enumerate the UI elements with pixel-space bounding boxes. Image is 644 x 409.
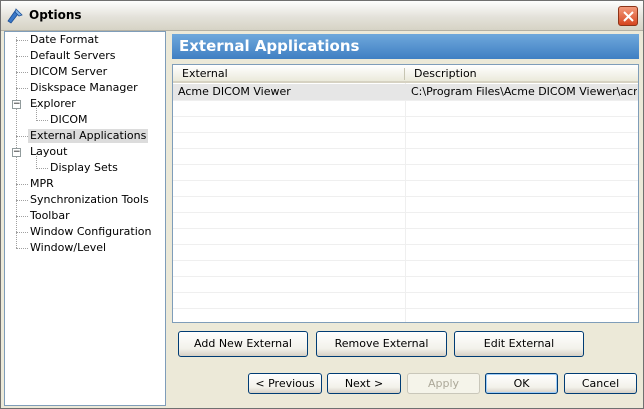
next-button[interactable]: Next > — [327, 373, 401, 394]
grid-line — [173, 228, 638, 229]
tree-item-synchronization-tools[interactable]: Synchronization Tools — [28, 193, 151, 207]
tree-item-dicom[interactable]: DICOM — [48, 113, 90, 127]
tree-connector — [16, 72, 28, 73]
column-header-description[interactable]: Description — [405, 65, 638, 83]
grid-line — [173, 164, 638, 165]
tree-connector — [16, 136, 28, 137]
tree-item-mpr[interactable]: MPR — [28, 177, 56, 191]
tree-connector — [16, 200, 28, 201]
tree-connector — [36, 120, 48, 121]
tree-connector — [16, 232, 28, 233]
options-tree[interactable]: − − Date Format Default Servers DICOM Se… — [4, 31, 166, 406]
tree-item-dicom-server[interactable]: DICOM Server — [28, 65, 109, 79]
grid-line — [173, 260, 638, 261]
grid-line — [173, 100, 638, 101]
grid-line — [173, 292, 638, 293]
explorer-collapse-icon[interactable]: − — [12, 100, 21, 109]
apply-button[interactable]: Apply — [407, 373, 480, 394]
grid-line — [405, 83, 406, 322]
grid-line — [173, 212, 638, 213]
grid-line — [173, 180, 638, 181]
external-applications-list[interactable]: External Description Acme DICOM Viewer C… — [172, 64, 639, 323]
tree-item-default-servers[interactable]: Default Servers — [28, 49, 118, 63]
window-title: Options — [29, 8, 82, 22]
cell-description: C:\Program Files\Acme DICOM Viewer\acm..… — [411, 85, 637, 98]
app-icon — [6, 7, 24, 25]
options-dialog: Options − − Date Format Default Servers … — [0, 0, 644, 409]
column-header-external[interactable]: External — [173, 65, 405, 83]
tree-item-date-format[interactable]: Date Format — [28, 33, 101, 47]
tree-item-explorer[interactable]: Explorer — [28, 97, 78, 111]
tree-item-layout[interactable]: Layout — [28, 145, 69, 159]
tree-connector — [16, 216, 28, 217]
tree-item-window-configuration[interactable]: Window Configuration — [28, 225, 153, 239]
grid-line — [173, 116, 638, 117]
tree-connector — [16, 184, 28, 185]
tree-item-window-level[interactable]: Window/Level — [28, 241, 108, 255]
grid-line — [173, 148, 638, 149]
tree-item-display-sets[interactable]: Display Sets — [48, 161, 120, 175]
grid-line — [173, 244, 638, 245]
close-button[interactable] — [618, 6, 638, 26]
panel-title: External Applications — [172, 34, 639, 59]
cell-external-name: Acme DICOM Viewer — [178, 85, 291, 98]
tree-connector — [16, 40, 28, 41]
title-bar[interactable]: Options — [1, 1, 643, 31]
grid-line — [173, 132, 638, 133]
tree-item-toolbar[interactable]: Toolbar — [28, 209, 72, 223]
grid-line — [173, 308, 638, 309]
tree-connector — [16, 56, 28, 57]
tree-connector — [16, 248, 28, 249]
previous-button[interactable]: < Previous — [248, 373, 322, 394]
cancel-button[interactable]: Cancel — [564, 373, 637, 394]
tree-connector — [16, 88, 28, 89]
close-icon — [623, 11, 634, 22]
tree-connector — [36, 168, 48, 169]
add-new-external-button[interactable]: Add New External — [178, 331, 308, 357]
tree-item-diskspace-manager[interactable]: Diskspace Manager — [28, 81, 140, 95]
edit-external-button[interactable]: Edit External — [454, 331, 584, 357]
tree-item-external-applications[interactable]: External Applications — [28, 129, 149, 143]
ok-button[interactable]: OK — [485, 373, 558, 394]
grid-line — [173, 276, 638, 277]
layout-collapse-icon[interactable]: − — [12, 148, 21, 157]
remove-external-button[interactable]: Remove External — [316, 331, 447, 357]
grid-line — [173, 196, 638, 197]
